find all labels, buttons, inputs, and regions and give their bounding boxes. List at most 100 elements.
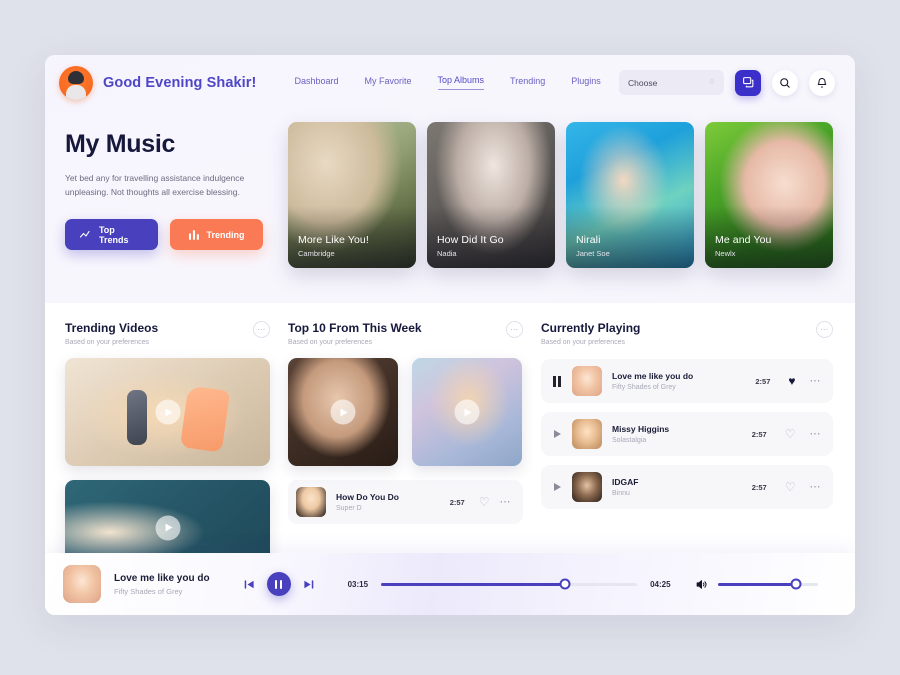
volume-button[interactable] xyxy=(695,578,708,591)
progress-knob[interactable] xyxy=(559,578,571,590)
nav-item-top-albums[interactable]: Top Albums xyxy=(437,75,485,90)
player-track-artist: Fifty Shades of Grey xyxy=(114,586,183,596)
playlist-row[interactable]: Love me like you do Fifty Shades of Grey… xyxy=(541,359,833,403)
app-window: Good Evening Shakir! Dashboard My Favori… xyxy=(45,55,855,615)
playlist-row[interactable]: IDGAF Binnu 2:57 ♡ ⋯ xyxy=(541,465,833,509)
search-icon xyxy=(780,77,790,88)
song-thumbnail xyxy=(572,419,602,449)
nav-item-plugins[interactable]: Plugins xyxy=(571,76,601,90)
top-bar-actions: Choose ♢ xyxy=(619,69,835,96)
album-meta: Nirali Janet Soe xyxy=(576,234,610,258)
pause-button[interactable] xyxy=(549,375,565,387)
section-header: Currently Playing Based on your preferen… xyxy=(541,321,833,346)
bar-chart-icon xyxy=(188,229,199,240)
top-trends-button[interactable]: Top Trends xyxy=(65,219,158,251)
content-area: Trending Videos Based on your preference… xyxy=(45,303,855,575)
song-thumbnail xyxy=(296,487,326,517)
play-button[interactable] xyxy=(549,483,565,491)
top10-section: Top 10 From This Week Based on your pref… xyxy=(288,321,523,575)
pause-icon xyxy=(553,375,561,387)
album-title: Me and You xyxy=(715,234,772,246)
album-artist: Cambridge xyxy=(298,249,335,258)
search-button[interactable] xyxy=(772,69,798,96)
favorite-button[interactable]: ♥ xyxy=(788,375,795,387)
volume-icon xyxy=(696,579,707,589)
top10-video-card[interactable] xyxy=(288,358,398,466)
song-duration: 2:57 xyxy=(751,482,767,492)
album-meta: Me and You Newlx xyxy=(715,234,771,258)
nav-item-dashboard[interactable]: Dashboard xyxy=(294,76,338,90)
album-card-list: More Like You! Cambridge How Did It Go N… xyxy=(288,122,833,268)
favorite-button[interactable]: ♡ xyxy=(479,496,490,508)
play-button[interactable] xyxy=(549,430,565,438)
stepper-icon: ♢ xyxy=(708,79,715,86)
favorite-button[interactable]: ♡ xyxy=(785,481,796,493)
nav-item-my-favorite[interactable]: My Favorite xyxy=(365,76,412,90)
song-duration: 2:57 xyxy=(449,497,465,507)
pause-icon xyxy=(279,579,283,589)
notifications-button[interactable] xyxy=(809,69,835,96)
skip-previous-button[interactable] xyxy=(244,579,255,590)
play-icon[interactable] xyxy=(155,399,180,425)
song-info: IDGAF Binnu xyxy=(612,477,638,497)
nav-item-trending[interactable]: Trending xyxy=(510,76,545,90)
trend-line-icon xyxy=(80,230,90,238)
album-meta: How Did It Go Nadia xyxy=(437,234,504,258)
favorite-button[interactable]: ♡ xyxy=(785,428,796,440)
album-card[interactable]: Me and You Newlx xyxy=(705,122,833,268)
play-pause-button[interactable] xyxy=(266,572,291,596)
album-title: Nirali xyxy=(576,234,601,246)
more-options-icon[interactable]: ⋯ xyxy=(816,321,833,338)
player-track-info: Love me like you do Fifty Shades of Grey xyxy=(114,573,210,596)
trending-video-card[interactable] xyxy=(65,358,270,466)
section-title: Top 10 From This Week xyxy=(288,321,422,335)
currently-playing-section: Currently Playing Based on your preferen… xyxy=(541,321,833,575)
skip-next-icon xyxy=(303,579,313,589)
section-title: Currently Playing xyxy=(541,321,641,335)
video-figure xyxy=(126,390,147,446)
trending-button[interactable]: Trending xyxy=(170,219,263,251)
album-card[interactable]: How Did It Go Nadia xyxy=(427,122,555,268)
more-options-icon[interactable]: ⋯ xyxy=(253,321,270,338)
player-track-title: Love me like you do xyxy=(114,572,210,584)
skip-previous-icon xyxy=(244,579,254,589)
pause-icon xyxy=(274,579,278,589)
chat-button[interactable] xyxy=(735,69,761,96)
top10-song-row[interactable]: How Do You Do Super D 2:57 ♡ ⋯ xyxy=(288,480,523,524)
skip-next-button[interactable] xyxy=(303,579,314,590)
play-icon xyxy=(553,430,561,438)
song-info: How Do You Do Super D xyxy=(336,492,399,512)
playlist-row[interactable]: Missy Higgins Solastalgia 2:57 ♡ ⋯ xyxy=(541,412,833,456)
album-card[interactable]: More Like You! Cambridge xyxy=(288,122,416,268)
progress-slider[interactable] xyxy=(381,578,638,590)
page-canvas: Good Evening Shakir! Dashboard My Favori… xyxy=(0,0,900,675)
play-icon[interactable] xyxy=(155,515,180,540)
chat-bubbles-icon xyxy=(742,77,753,88)
play-icon[interactable] xyxy=(454,399,480,425)
main-nav: Dashboard My Favorite Top Albums Trendin… xyxy=(294,75,601,90)
volume-slider[interactable] xyxy=(717,578,818,590)
song-thumbnail xyxy=(572,472,602,502)
section-subtitle: Based on your preferences xyxy=(541,339,626,346)
brand: Good Evening Shakir! xyxy=(59,65,257,100)
song-title: IDGAF xyxy=(612,477,639,487)
album-artist: Janet Soe xyxy=(576,249,610,258)
song-duration: 2:57 xyxy=(751,429,767,439)
song-title: Love me like you do xyxy=(612,371,694,381)
bell-icon xyxy=(817,77,827,88)
greeting-title: Good Evening Shakir! xyxy=(103,74,257,91)
song-info: Missy Higgins Solastalgia xyxy=(612,424,669,444)
section-subtitle: Based on your preferences xyxy=(65,339,150,346)
volume-knob[interactable] xyxy=(790,578,802,590)
more-options-icon[interactable]: ⋯ xyxy=(506,321,523,338)
song-thumbnail xyxy=(572,366,602,396)
play-icon[interactable] xyxy=(330,399,356,425)
top-trends-label: Top Trends xyxy=(98,224,129,245)
choose-select[interactable]: Choose ♢ xyxy=(619,70,724,95)
video-figure xyxy=(179,385,231,453)
top10-video-card[interactable] xyxy=(412,358,522,466)
song-artist: Fifty Shades of Grey xyxy=(612,384,676,391)
player-bar: Love me like you do Fifty Shades of Grey xyxy=(45,553,855,615)
album-card[interactable]: Nirali Janet Soe xyxy=(566,122,694,268)
user-avatar-icon[interactable] xyxy=(59,65,93,100)
